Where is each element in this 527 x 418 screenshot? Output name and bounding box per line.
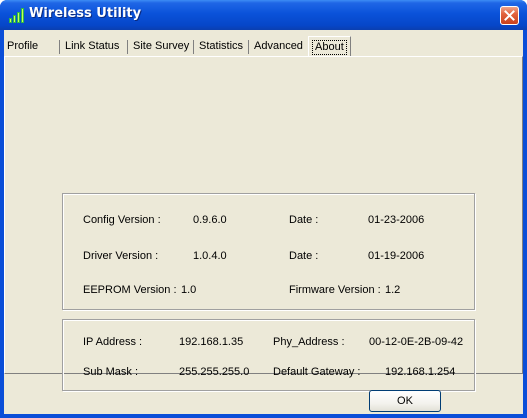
- window-title: Wireless Utility: [29, 6, 142, 21]
- default-gateway-value: 192.168.1.254: [385, 366, 456, 378]
- sub-mask-value: 255.255.255.0: [179, 366, 250, 378]
- close-button[interactable]: [500, 6, 519, 25]
- tab-separator: [59, 40, 60, 54]
- tab-label: Site Survey: [133, 40, 190, 52]
- config-date-label: Date :: [289, 214, 319, 226]
- default-gateway-label: Default Gateway :: [273, 366, 361, 378]
- network-info-group: IP Address : 192.168.1.35 Phy_Address : …: [62, 319, 475, 391]
- tab-link-status[interactable]: Link Status: [62, 38, 122, 56]
- tab-separator: [248, 40, 249, 54]
- eeprom-version-value: 1.0: [181, 284, 197, 296]
- about-panel: Config Version : 0.9.6.0 Date : 01-23-20…: [4, 56, 523, 391]
- firmware-version-label: Firmware Version :: [289, 284, 381, 296]
- tab-advanced[interactable]: Advanced: [251, 38, 306, 56]
- signal-bars-icon: [9, 8, 25, 23]
- phy-address-value: 00-12-0E-2B-09-42: [369, 336, 464, 348]
- config-version-value: 0.9.6.0: [193, 214, 227, 226]
- close-icon: [504, 10, 515, 21]
- config-date-value: 01-23-2006: [368, 214, 425, 226]
- eeprom-version-label: EEPROM Version :: [83, 284, 177, 296]
- tab-profile[interactable]: Profile: [4, 38, 41, 56]
- ip-address-value: 192.168.1.35: [179, 336, 244, 348]
- ok-button[interactable]: OK: [369, 390, 441, 412]
- phy-address-label: Phy_Address :: [273, 336, 345, 348]
- tab-label: Advanced: [254, 40, 303, 52]
- driver-date-value: 01-19-2006: [368, 250, 425, 262]
- title-bar[interactable]: Wireless Utility: [0, 0, 527, 30]
- tab-site-survey[interactable]: Site Survey: [130, 38, 192, 56]
- driver-version-value: 1.0.4.0: [193, 250, 227, 262]
- tab-separator: [193, 40, 194, 54]
- tab-separator: [127, 40, 128, 54]
- ip-address-label: IP Address :: [83, 336, 143, 348]
- tab-label: Statistics: [199, 40, 244, 52]
- tab-label: Link Status: [65, 40, 120, 52]
- tab-label: Profile: [7, 40, 39, 52]
- tab-label: About: [312, 40, 347, 55]
- dialog-body: Profile Link Status Site Survey Statisti…: [4, 30, 523, 414]
- config-version-label: Config Version :: [83, 214, 161, 226]
- tab-about[interactable]: About: [308, 36, 351, 57]
- window-frame-right: [523, 30, 527, 418]
- driver-date-label: Date :: [289, 250, 319, 262]
- window-frame-bottom: [0, 414, 527, 418]
- driver-version-label: Driver Version :: [83, 250, 159, 262]
- firmware-version-value: 1.2: [385, 284, 401, 296]
- sub-mask-label: Sub Mask :: [83, 366, 139, 378]
- version-info-group: Config Version : 0.9.6.0 Date : 01-23-20…: [62, 193, 475, 310]
- tab-statistics[interactable]: Statistics: [196, 38, 246, 56]
- wireless-utility-window: Wireless Utility Profile Link Status Sit…: [0, 0, 527, 418]
